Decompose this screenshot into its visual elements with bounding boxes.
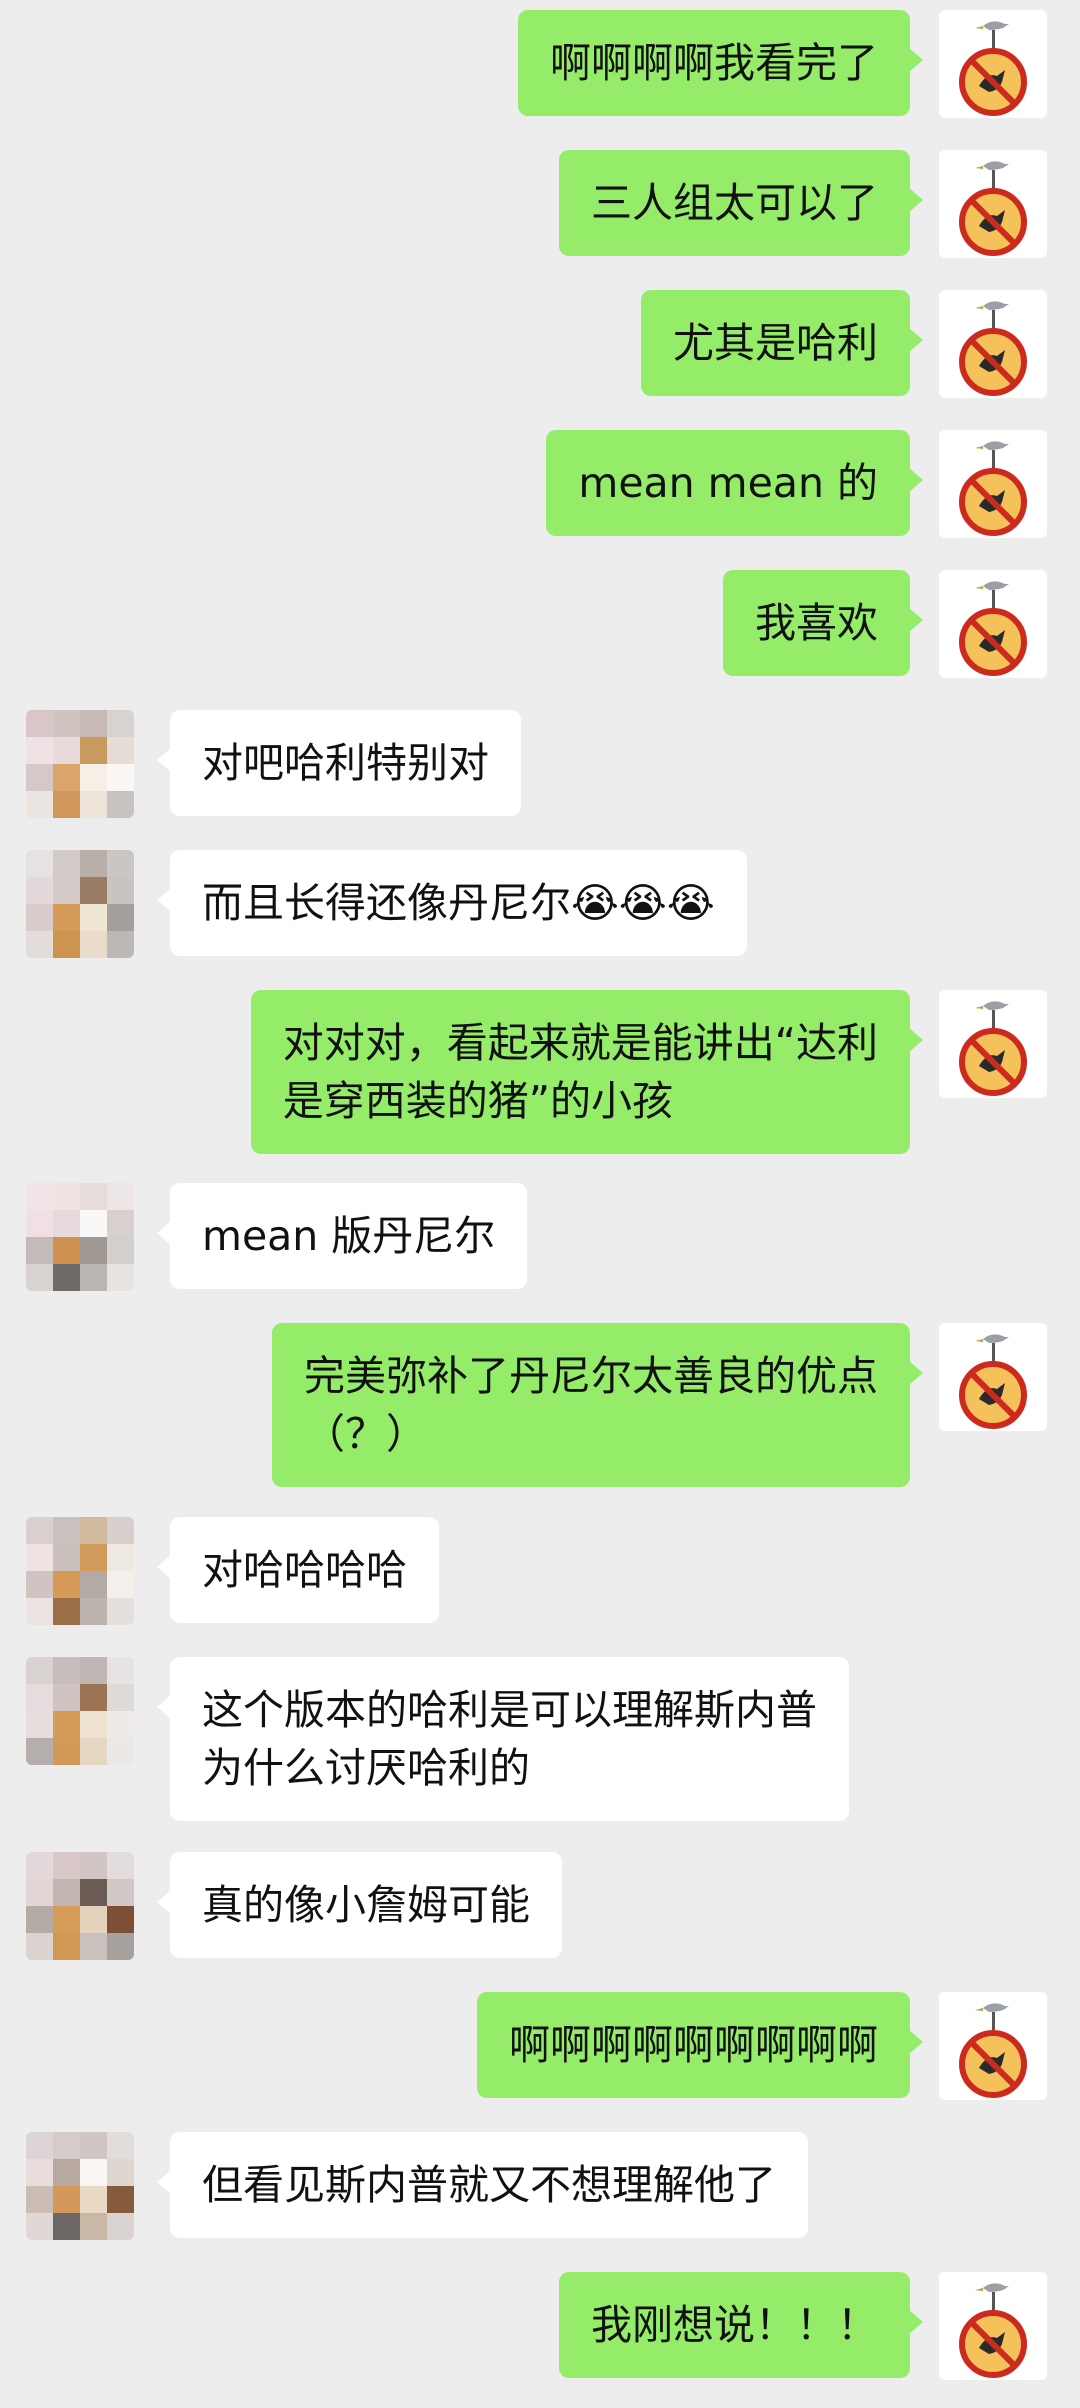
no-seagull-sign-icon [959,1001,1027,1096]
pixelated-avatar [26,1183,134,1291]
self-avatar[interactable] [939,570,1047,678]
contact-avatar[interactable] [26,1852,134,1960]
self-avatar[interactable] [939,990,1047,1098]
message-bubble[interactable]: 对对对，看起来就是能讲出“达利 是穿西装的猪”的小孩 [250,990,924,1154]
self-avatar[interactable] [939,1323,1047,1431]
message-bubble[interactable]: 啊啊啊啊我看完了 [518,10,923,116]
self-avatar[interactable] [939,150,1047,258]
no-seagull-sign-icon [959,301,1027,396]
message-bubble[interactable]: 而且长得还像丹尼尔😭😭😭 [157,850,747,956]
pixelated-avatar [26,710,134,818]
pixelated-avatar [26,2132,134,2240]
self-avatar[interactable] [939,1992,1047,2100]
no-seagull-sign-icon [959,2283,1027,2378]
contact-avatar[interactable] [26,710,134,818]
no-seagull-sign-icon [959,581,1027,676]
message-bubble[interactable]: 真的像小詹姆可能 [157,1852,562,1958]
message-bubble[interactable]: 我刚想说！！！ [559,2272,923,2378]
message-bubble[interactable]: 这个版本的哈利是可以理解斯内普 为什么讨厌哈利的 [157,1657,849,1821]
self-avatar[interactable] [939,290,1047,398]
contact-avatar[interactable] [26,1183,134,1291]
message-bubble[interactable]: 三人组太可以了 [559,150,923,256]
message-bubble[interactable]: 尤其是哈利 [641,290,923,396]
contact-avatar[interactable] [26,1657,134,1765]
no-seagull-sign-icon [959,161,1027,256]
no-seagull-sign-icon [959,21,1027,116]
message-bubble[interactable]: 啊啊啊啊啊啊啊啊啊 [477,1992,923,2098]
no-seagull-sign-icon [959,441,1027,536]
pixelated-avatar [26,850,134,958]
pixelated-avatar [26,1852,134,1960]
pixelated-avatar [26,1517,134,1625]
message-bubble[interactable]: mean 版丹尼尔 [156,1183,528,1289]
contact-avatar[interactable] [26,1517,134,1625]
message-bubble[interactable]: mean mean 的 [546,430,923,536]
no-seagull-sign-icon [959,2003,1027,2098]
self-avatar[interactable] [939,430,1047,538]
self-avatar[interactable] [939,2272,1047,2380]
message-bubble[interactable]: 我喜欢 [723,570,923,676]
self-avatar[interactable] [939,10,1047,118]
message-bubble[interactable]: 完美弥补了丹尼尔太善良的优点 （？） [272,1323,923,1487]
message-bubble[interactable]: 对哈哈哈哈 [157,1517,439,1623]
no-seagull-sign-icon [959,1334,1027,1429]
message-bubble[interactable]: 对吧哈利特别对 [157,710,521,816]
contact-avatar[interactable] [26,850,134,958]
message-bubble[interactable]: 但看见斯内普就又不想理解他了 [157,2132,808,2238]
pixelated-avatar [26,1657,134,1765]
contact-avatar[interactable] [26,2132,134,2240]
